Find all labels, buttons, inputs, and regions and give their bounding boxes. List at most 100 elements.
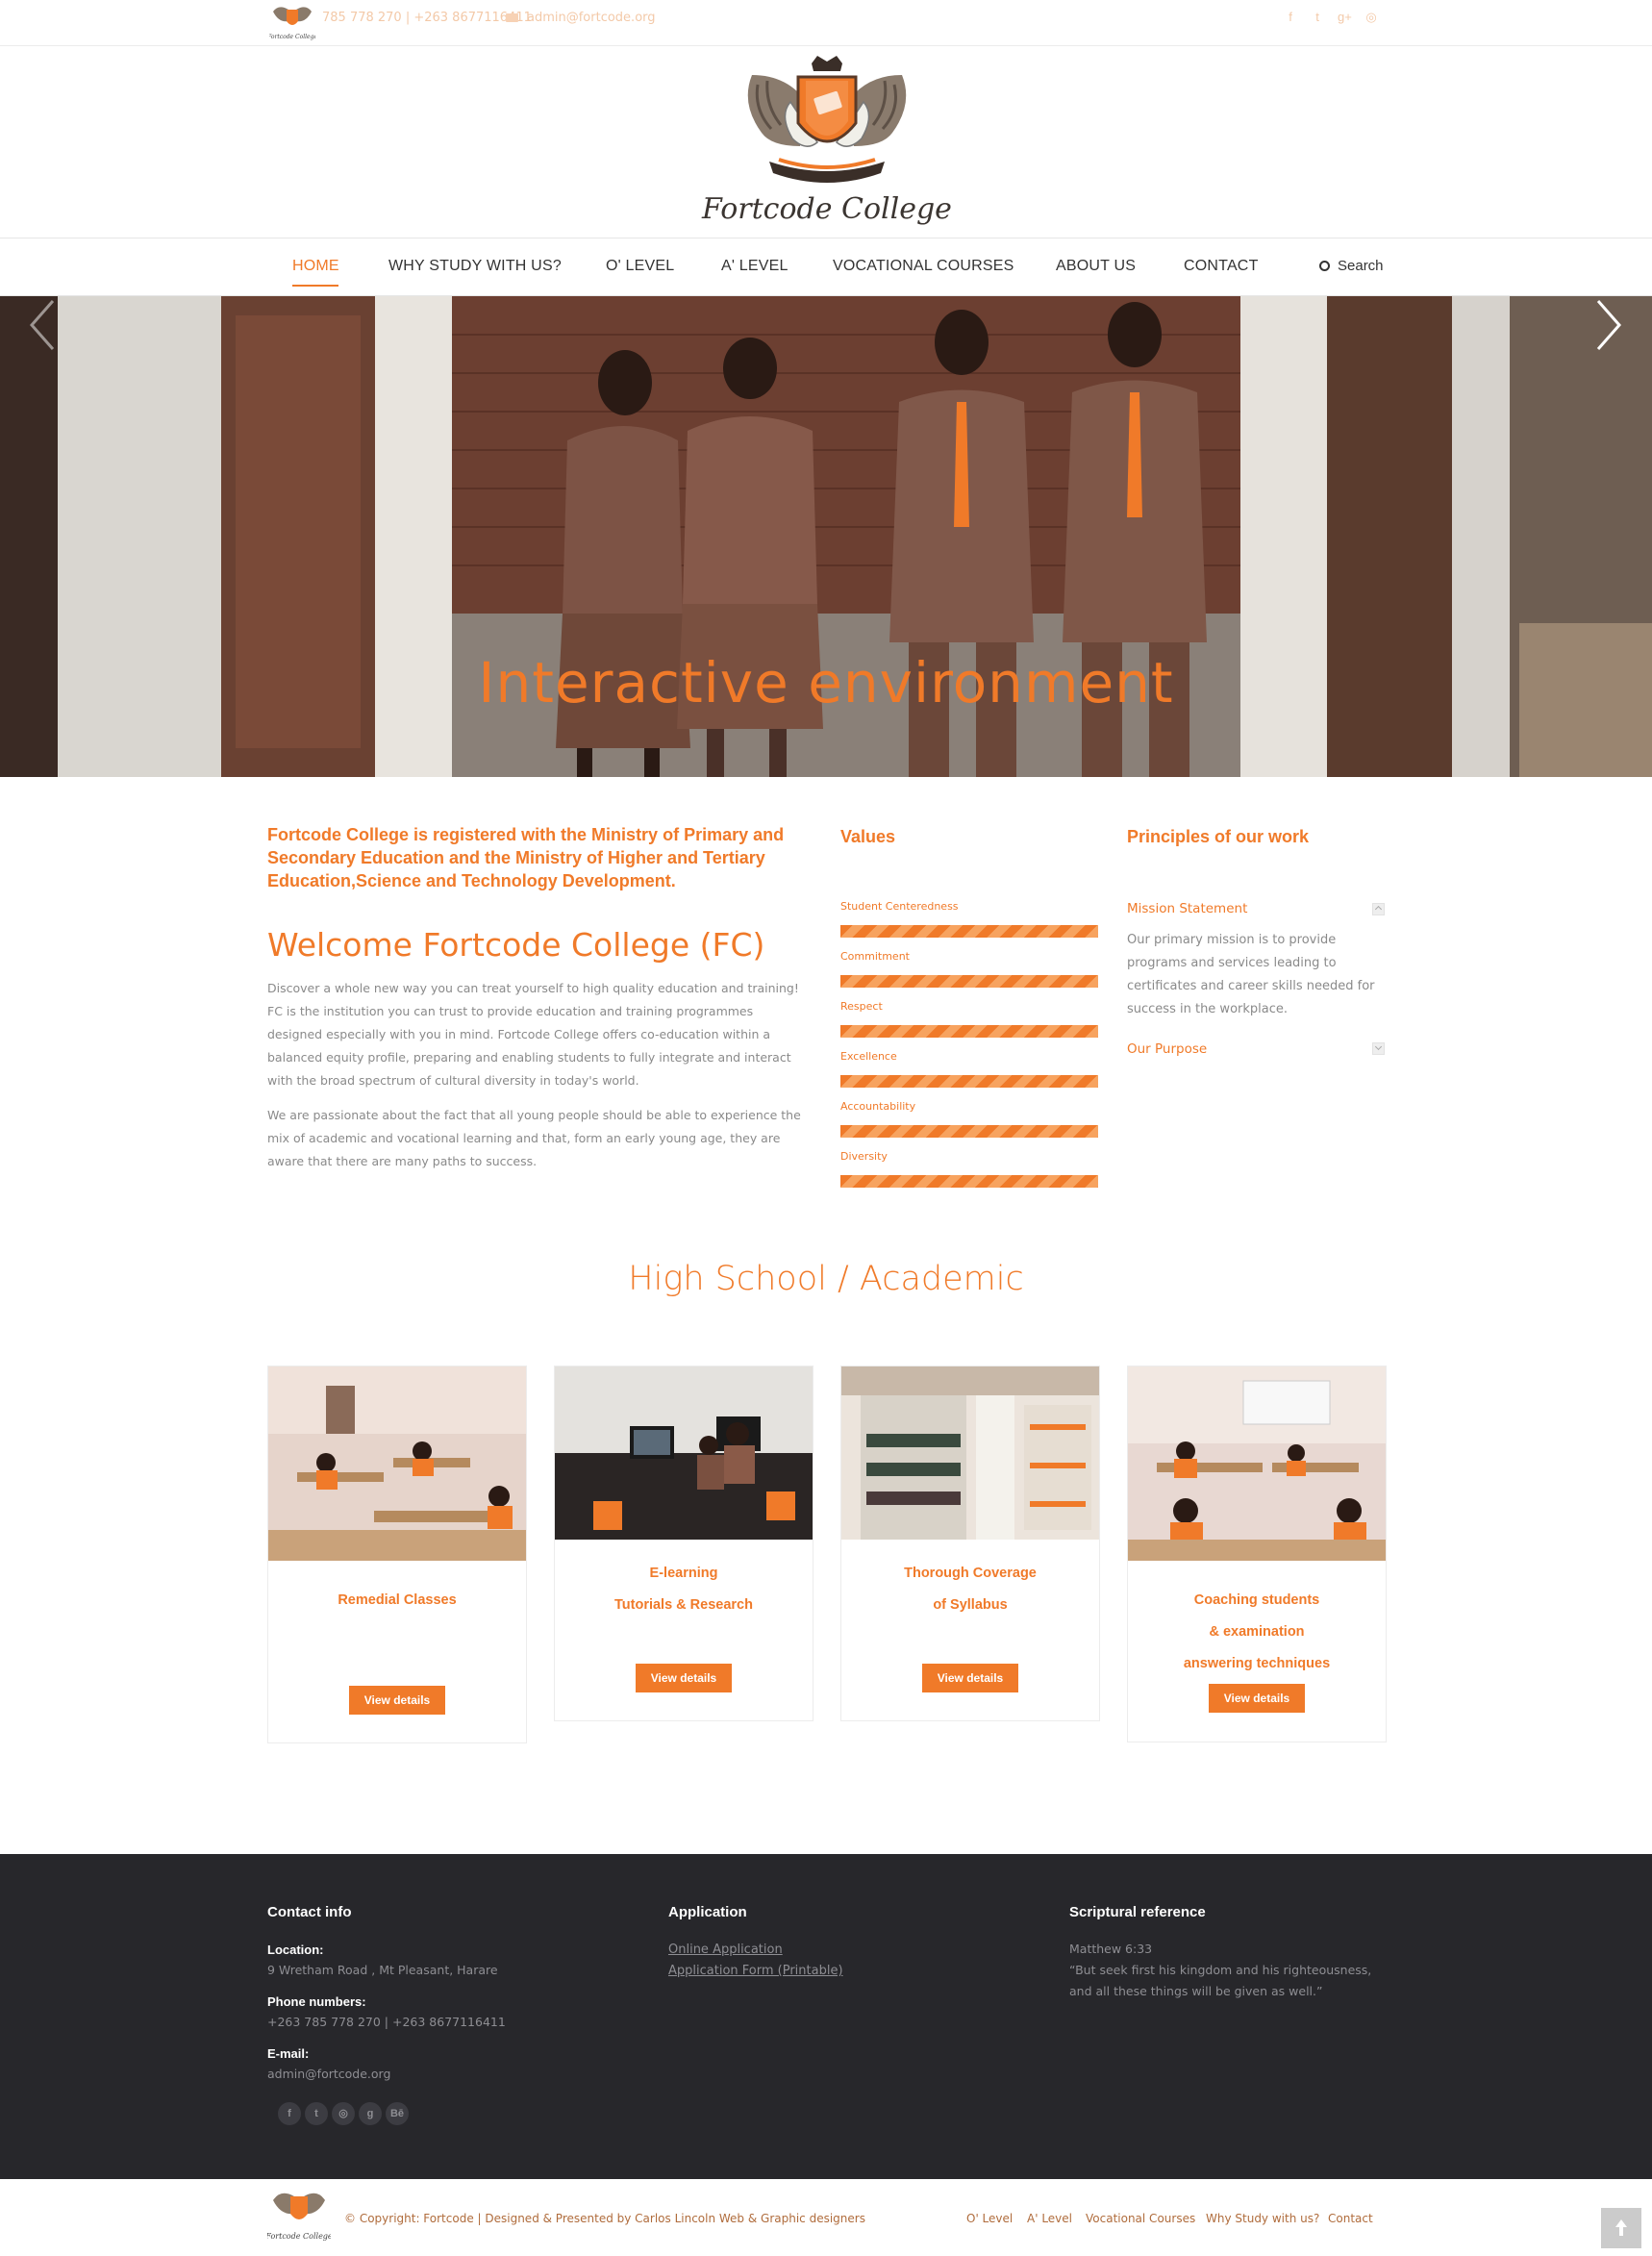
value-label: Excellence <box>840 1050 897 1063</box>
value-bar <box>840 1025 1098 1038</box>
footer-behance-icon[interactable]: Bē <box>386 2102 409 2125</box>
value-bar <box>840 1175 1098 1188</box>
bottom-link-contact[interactable]: Contact <box>1328 2212 1373 2225</box>
search-label: Search <box>1338 258 1384 274</box>
view-details-button[interactable]: View details <box>636 1664 732 1692</box>
dribbble-icon[interactable]: ◎ <box>1364 10 1378 25</box>
footer-application-title: Application <box>668 1904 747 1920</box>
footer-twitter-icon[interactable]: t <box>305 2102 328 2125</box>
site-header: Fortcode College <box>0 46 1652 238</box>
view-details-button[interactable]: View details <box>922 1664 1018 1692</box>
nav-about-us[interactable]: ABOUT US <box>1056 258 1136 275</box>
card-title: Tutorials & Research <box>614 1597 753 1613</box>
card-image[interactable] <box>1128 1366 1386 1561</box>
online-application-link[interactable]: Online Application <box>668 1943 783 1957</box>
card-title: answering techniques <box>1183 1656 1331 1671</box>
mission-statement-text: Our primary mission is to provide progra… <box>1127 933 1375 1016</box>
card-remedial-classes: Remedial Classes View details <box>267 1366 527 1743</box>
slider-next-arrow[interactable] <box>1589 296 1627 354</box>
registration-heading: Fortcode College is registered with the … <box>267 825 785 890</box>
top-logo-wordmark: Fortcode College <box>269 34 315 40</box>
nav-o-level[interactable]: O' LEVEL <box>606 258 674 275</box>
card-image[interactable] <box>268 1366 526 1561</box>
card-coaching-students: Coaching students & examination answerin… <box>1127 1366 1387 1742</box>
hero-slider[interactable]: Interactive environment <box>0 296 1652 777</box>
footer-facebook-icon[interactable]: f <box>278 2102 301 2125</box>
value-label: Accountability <box>840 1100 916 1113</box>
bottom-link-vocational[interactable]: Vocational Courses <box>1086 2212 1195 2225</box>
value-bar <box>840 1075 1098 1088</box>
value-bar <box>840 925 1098 938</box>
topbar-phone: 785 778 270 | +263 8677116411 <box>322 11 532 25</box>
view-details-button[interactable]: View details <box>1209 1684 1305 1713</box>
footer-logo-wordmark: Fortcode College <box>267 2232 331 2241</box>
section-title: High School / Academic <box>628 1260 1024 1298</box>
card-title: Thorough Coverage <box>904 1566 1037 1581</box>
card-image[interactable] <box>555 1366 813 1540</box>
footer-email[interactable]: admin@fortcode.org <box>267 2064 390 2085</box>
value-label: Commitment <box>840 950 910 963</box>
accordion-expand-icon[interactable] <box>1372 1042 1385 1055</box>
card-title: of Syllabus <box>933 1597 1008 1613</box>
principles-title: Principles of our work <box>1127 827 1310 846</box>
card-thorough-coverage: Thorough Coverage of Syllabus View detai… <box>840 1366 1100 1721</box>
topbar-social: f t g+ ◎ <box>1284 10 1378 25</box>
search-button[interactable]: Search <box>1319 258 1384 274</box>
footer-dribbble-icon[interactable]: ◎ <box>332 2102 355 2125</box>
bottom-link-a-level[interactable]: A' Level <box>1027 2212 1072 2225</box>
card-e-learning: E-learning Tutorials & Research View det… <box>554 1366 813 1721</box>
facebook-icon[interactable]: f <box>1284 10 1297 25</box>
application-form-link[interactable]: Application Form (Printable) <box>668 1964 843 1978</box>
site-footer <box>0 1854 1652 2179</box>
bottom-link-o-level[interactable]: O' Level <box>966 2212 1013 2225</box>
top-logo[interactable]: Fortcode College <box>269 2 315 42</box>
footer-location: 9 Wretham Road , Mt Pleasant, Harare <box>267 1963 498 1977</box>
college-name[interactable]: Fortcode College <box>673 192 981 226</box>
nav-contact[interactable]: CONTACT <box>1184 258 1259 275</box>
top-bar: Fortcode College 785 778 270 | +263 8677… <box>0 0 1652 46</box>
bottom-link-why-study[interactable]: Why Study with us? <box>1206 2212 1319 2225</box>
footer-email-label: E-mail: <box>267 2046 310 2061</box>
main-nav: HOME WHY STUDY WITH US? O' LEVEL A' LEVE… <box>0 238 1652 296</box>
back-to-top-button[interactable] <box>1601 2208 1641 2248</box>
footer-scripture-title: Scriptural reference <box>1069 1904 1206 1920</box>
footer-phones: +263 785 778 270 | +263 8677116411 <box>267 2015 506 2029</box>
accordion-collapse-icon[interactable] <box>1372 903 1385 915</box>
accordion-purpose-title[interactable]: Our Purpose <box>1127 1041 1207 1057</box>
google-plus-icon[interactable]: g+ <box>1338 10 1352 25</box>
card-title: & examination <box>1209 1624 1305 1640</box>
value-label: Diversity <box>840 1150 888 1163</box>
footer-contact-title: Contact info <box>267 1904 352 1920</box>
welcome-title: Welcome Fortcode College (FC) <box>267 926 765 964</box>
nav-why-study[interactable]: WHY STUDY WITH US? <box>388 258 562 275</box>
footer-location-label: Location: <box>267 1943 324 1957</box>
hero-caption: Interactive environment <box>478 650 1174 715</box>
nav-active-indicator <box>292 285 338 287</box>
card-image[interactable] <box>841 1366 1099 1540</box>
search-icon <box>1319 261 1330 271</box>
intro-paragraph-1: Discover a whole new way you can treat y… <box>267 981 799 1088</box>
value-bar <box>840 975 1098 988</box>
values-title: Values <box>840 827 896 846</box>
twitter-icon[interactable]: t <box>1311 10 1324 25</box>
nav-vocational-courses[interactable]: VOCATIONAL COURSES <box>833 258 1014 275</box>
footer-logo[interactable]: Fortcode College <box>267 2185 331 2244</box>
value-bar <box>840 1125 1098 1138</box>
accordion-mission-title[interactable]: Mission Statement <box>1127 901 1247 916</box>
card-title: E-learning <box>649 1566 718 1581</box>
nav-a-level[interactable]: A' LEVEL <box>721 258 788 275</box>
copyright-text: © Copyright: Fortcode | Designed & Prese… <box>344 2212 865 2225</box>
card-title: Coaching students <box>1193 1592 1320 1608</box>
verse-reference: Matthew 6:33 <box>1069 1942 1153 1956</box>
value-label: Respect <box>840 1000 883 1013</box>
intro-paragraph-2: We are passionate about the fact that al… <box>267 1108 801 1168</box>
nav-home[interactable]: HOME <box>292 258 339 275</box>
value-label: Student Centeredness <box>840 900 959 913</box>
slider-prev-arrow[interactable] <box>24 296 63 354</box>
footer-google-icon[interactable]: g <box>359 2102 382 2125</box>
footer-phone-label: Phone numbers: <box>267 1994 366 2009</box>
topbar-email[interactable]: admin@fortcode.org <box>527 11 656 25</box>
mail-icon <box>506 13 518 22</box>
view-details-button[interactable]: View details <box>349 1686 445 1715</box>
verse-text: “But seek first his kingdom and his righ… <box>1069 1963 1372 1998</box>
